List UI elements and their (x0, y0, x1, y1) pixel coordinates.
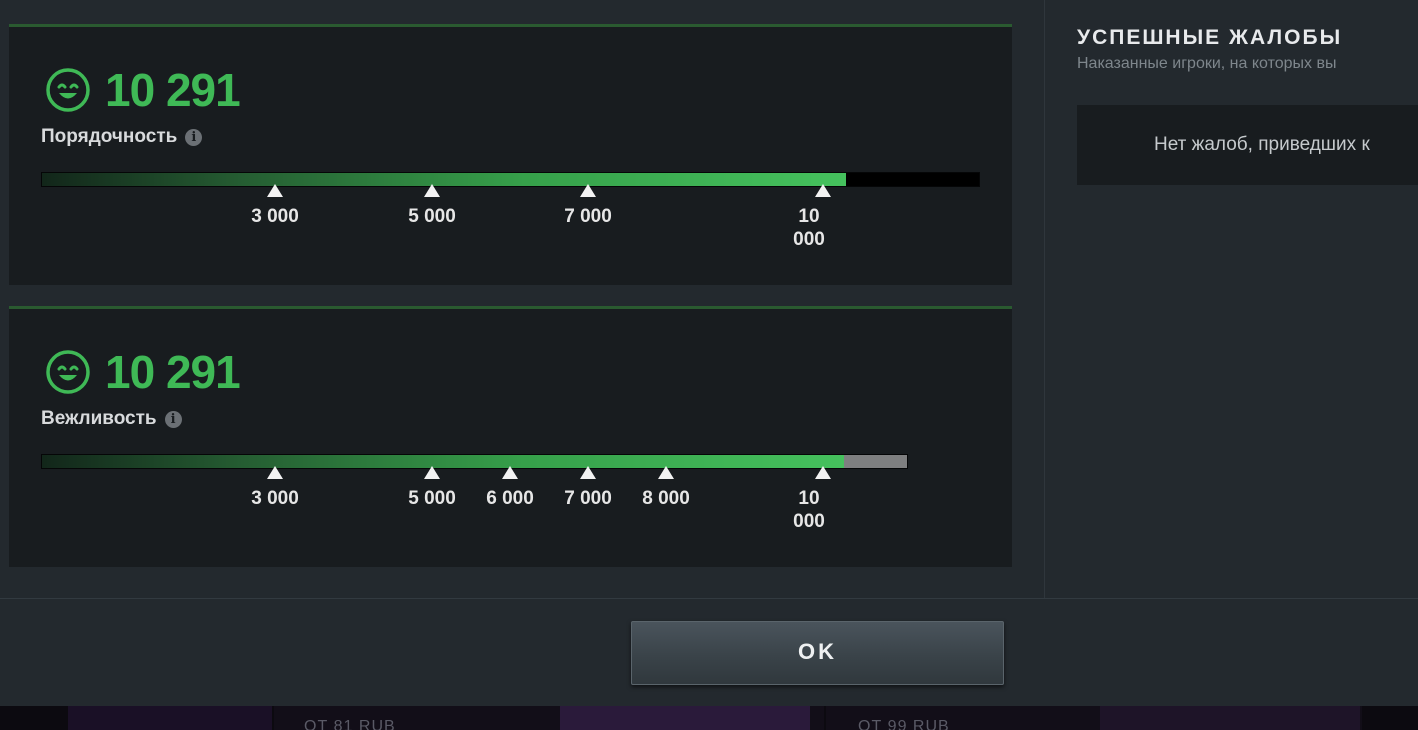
reports-empty-message: Нет жалоб, приведших к (1154, 134, 1370, 155)
milestone-label: 10 000 (793, 488, 825, 532)
smiley-face-icon (46, 68, 90, 112)
politeness-score-value: 10 291 (105, 346, 241, 398)
milestone-label: 7 000 (564, 488, 612, 509)
politeness-label-text: Вежливость (41, 408, 157, 429)
conduct-label: Порядочность i (41, 126, 203, 148)
conduct-score-value: 10 291 (105, 64, 241, 116)
politeness-panel: 10 291 Вежливость i 3 000 5 000 6 000 7 … (9, 306, 1012, 567)
store-item-art (1100, 706, 1360, 730)
milestone-marker-icon (815, 466, 831, 479)
reports-list: Нет жалоб, приведших к (1077, 105, 1418, 185)
smiley-face-icon (46, 350, 90, 394)
milestone-marker-icon (580, 184, 596, 197)
behavior-score-dialog: 10 291 Порядочность i 3 000 5 000 7 000 … (0, 0, 1418, 706)
conduct-score-row: 10 291 (45, 64, 241, 116)
milestone-marker-icon (424, 466, 440, 479)
milestone-label: 5 000 (408, 488, 456, 509)
store-item-art (560, 706, 810, 730)
milestone-marker-icon (815, 184, 831, 197)
milestone-marker-icon (502, 466, 518, 479)
info-icon[interactable]: i (164, 410, 182, 428)
conduct-progress-fill (42, 173, 846, 186)
milestone-label: 10 000 (793, 206, 825, 250)
ok-button[interactable]: OK (631, 621, 1004, 685)
milestone-marker-icon (658, 466, 674, 479)
milestone-label: 5 000 (408, 206, 456, 227)
milestone-label: 3 000 (251, 488, 299, 509)
reports-subtitle: Наказанные игроки, на которых вы (1077, 55, 1337, 72)
reports-title: УСПЕШНЫЕ ЖАЛОБЫ (1077, 26, 1343, 49)
milestone-marker-icon (424, 184, 440, 197)
politeness-score-row: 10 291 (45, 346, 241, 398)
footer-divider (0, 598, 1418, 599)
milestone-label: 6 000 (486, 488, 534, 509)
store-item-art (68, 706, 272, 730)
milestone-label: 3 000 (251, 206, 299, 227)
milestone-marker-icon (267, 466, 283, 479)
politeness-progress-bar (41, 454, 908, 469)
conduct-progress-bar (41, 172, 980, 187)
info-icon[interactable]: i (185, 128, 203, 146)
store-price-label: ОТ 99 RUB (858, 718, 950, 730)
milestone-label: 8 000 (642, 488, 690, 509)
conduct-label-text: Порядочность (41, 126, 178, 147)
milestone-marker-icon (267, 184, 283, 197)
column-divider (1044, 0, 1045, 598)
milestone-label: 7 000 (564, 206, 612, 227)
politeness-progress-fill (42, 455, 844, 468)
conduct-panel: 10 291 Порядочность i 3 000 5 000 7 000 … (9, 24, 1012, 285)
background-store-strip: ОТ 81 RUB ОТ 99 RUB (0, 706, 1418, 730)
store-price-label: ОТ 81 RUB (304, 718, 396, 730)
politeness-label: Вежливость i (41, 408, 182, 430)
milestone-marker-icon (580, 466, 596, 479)
